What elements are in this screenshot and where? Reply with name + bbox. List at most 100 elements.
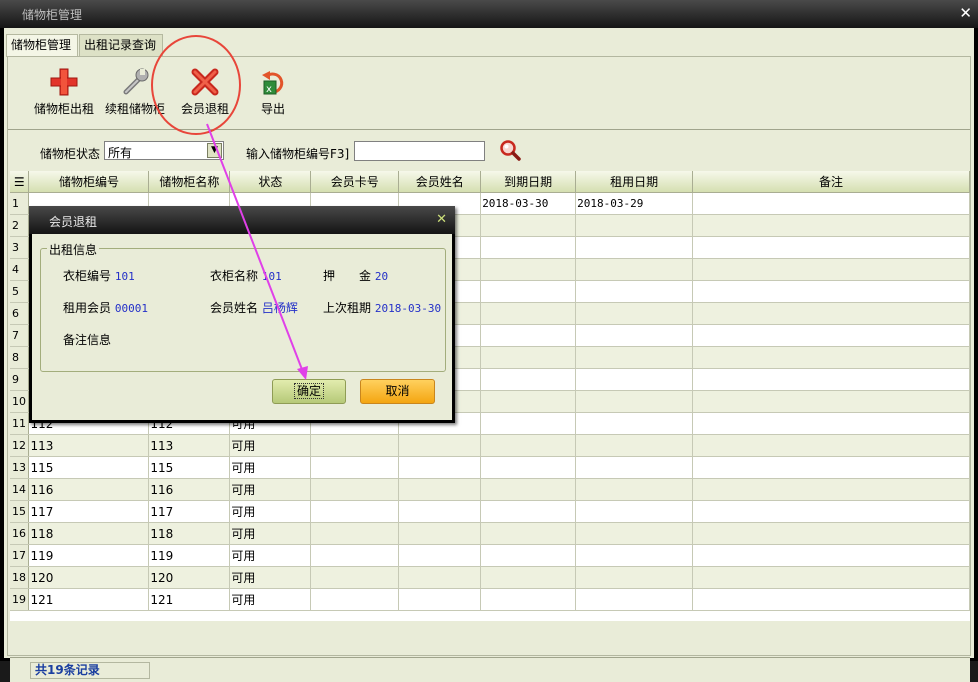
table-cell[interactable]: 115 xyxy=(28,456,150,479)
table-cell[interactable] xyxy=(480,390,577,413)
table-row[interactable]: 19 121 121 可用 xyxy=(10,588,970,611)
table-cell[interactable]: 113 xyxy=(28,434,150,457)
table-cell[interactable] xyxy=(692,522,970,545)
row-index[interactable]: 6 xyxy=(10,302,30,325)
row-index[interactable]: 16 xyxy=(10,522,30,545)
table-cell[interactable] xyxy=(692,456,970,479)
table-row[interactable]: 15 117 117 可用 xyxy=(10,500,970,523)
status-filter-select[interactable]: 所有 ▼ xyxy=(104,141,224,160)
table-cell[interactable]: 2018-03-29 xyxy=(575,192,694,215)
table-cell[interactable]: 119 xyxy=(148,544,231,567)
table-cell[interactable] xyxy=(480,368,577,391)
table-cell[interactable] xyxy=(692,478,970,501)
table-cell[interactable] xyxy=(398,588,482,611)
table-cell[interactable] xyxy=(575,500,694,523)
table-cell[interactable] xyxy=(575,214,694,237)
tab-locker-management[interactable]: 储物柜管理 xyxy=(6,34,78,57)
row-index[interactable]: 2 xyxy=(10,214,30,237)
table-row[interactable]: 17 119 119 可用 xyxy=(10,544,970,567)
table-cell[interactable] xyxy=(480,412,577,435)
table-cell[interactable]: 116 xyxy=(28,478,150,501)
table-cell[interactable] xyxy=(575,544,694,567)
row-index[interactable]: 11 xyxy=(10,412,30,435)
table-cell[interactable]: 116 xyxy=(148,478,231,501)
table-cell[interactable] xyxy=(692,214,970,237)
row-index[interactable]: 14 xyxy=(10,478,30,501)
close-icon[interactable]: ✕ xyxy=(436,212,447,227)
table-cell[interactable]: 119 xyxy=(28,544,150,567)
table-cell[interactable] xyxy=(310,434,400,457)
column-header[interactable]: 到期日期 xyxy=(480,171,577,193)
table-cell[interactable]: 可用 xyxy=(229,522,312,545)
table-cell[interactable]: 120 xyxy=(28,566,150,589)
table-cell[interactable] xyxy=(480,258,577,281)
table-cell[interactable] xyxy=(480,434,577,457)
table-cell[interactable] xyxy=(480,522,577,545)
table-row[interactable]: 18 120 120 可用 xyxy=(10,566,970,589)
table-cell[interactable] xyxy=(692,390,970,413)
table-cell[interactable] xyxy=(398,456,482,479)
table-cell[interactable] xyxy=(398,434,482,457)
table-cell[interactable] xyxy=(692,434,970,457)
table-cell[interactable] xyxy=(575,522,694,545)
table-cell[interactable]: 可用 xyxy=(229,478,312,501)
row-index[interactable]: 9 xyxy=(10,368,30,391)
table-cell[interactable] xyxy=(575,456,694,479)
table-cell[interactable] xyxy=(480,588,577,611)
table-cell[interactable] xyxy=(480,324,577,347)
table-cell[interactable] xyxy=(692,192,970,215)
search-icon[interactable] xyxy=(499,139,521,161)
table-cell[interactable] xyxy=(575,478,694,501)
table-cell[interactable] xyxy=(480,500,577,523)
table-cell[interactable] xyxy=(480,544,577,567)
table-cell[interactable] xyxy=(692,588,970,611)
row-index[interactable]: 1 xyxy=(10,192,30,215)
table-cell[interactable] xyxy=(480,214,577,237)
table-cell[interactable] xyxy=(575,236,694,259)
table-cell[interactable]: 可用 xyxy=(229,500,312,523)
table-cell[interactable] xyxy=(310,500,400,523)
table-cell[interactable]: 可用 xyxy=(229,456,312,479)
table-cell[interactable] xyxy=(692,236,970,259)
table-cell[interactable]: 121 xyxy=(28,588,150,611)
table-cell[interactable] xyxy=(310,566,400,589)
table-cell[interactable] xyxy=(575,302,694,325)
confirm-button[interactable]: 确定 xyxy=(272,379,346,404)
table-cell[interactable]: 115 xyxy=(148,456,231,479)
table-cell[interactable]: 118 xyxy=(28,522,150,545)
table-cell[interactable] xyxy=(398,566,482,589)
table-cell[interactable]: 120 xyxy=(148,566,231,589)
column-header[interactable]: 会员卡号 xyxy=(310,171,400,193)
table-cell[interactable]: 可用 xyxy=(229,566,312,589)
row-index[interactable]: 3 xyxy=(10,236,30,259)
table-cell[interactable] xyxy=(692,368,970,391)
row-index[interactable]: 7 xyxy=(10,324,30,347)
table-cell[interactable] xyxy=(692,500,970,523)
row-index[interactable]: 12 xyxy=(10,434,30,457)
table-cell[interactable] xyxy=(692,412,970,435)
table-cell[interactable]: 可用 xyxy=(229,434,312,457)
table-cell[interactable] xyxy=(398,544,482,567)
table-cell[interactable] xyxy=(575,346,694,369)
table-cell[interactable]: 2018-03-30 xyxy=(480,192,577,215)
table-cell[interactable]: 113 xyxy=(148,434,231,457)
column-header[interactable]: 租用日期 xyxy=(575,171,694,193)
table-cell[interactable] xyxy=(310,588,400,611)
table-cell[interactable] xyxy=(575,258,694,281)
table-cell[interactable] xyxy=(310,544,400,567)
table-cell[interactable] xyxy=(575,368,694,391)
table-cell[interactable]: 117 xyxy=(28,500,150,523)
row-index[interactable]: 15 xyxy=(10,500,30,523)
table-cell[interactable] xyxy=(310,522,400,545)
table-cell[interactable] xyxy=(692,258,970,281)
table-cell[interactable] xyxy=(480,346,577,369)
table-cell[interactable] xyxy=(480,302,577,325)
table-cell[interactable] xyxy=(692,346,970,369)
table-cell[interactable] xyxy=(575,390,694,413)
table-cell[interactable] xyxy=(692,324,970,347)
table-row[interactable]: 12 113 113 可用 xyxy=(10,434,970,457)
table-row[interactable]: 16 118 118 可用 xyxy=(10,522,970,545)
table-cell[interactable] xyxy=(575,566,694,589)
table-cell[interactable] xyxy=(310,478,400,501)
row-index[interactable]: 19 xyxy=(10,588,30,611)
